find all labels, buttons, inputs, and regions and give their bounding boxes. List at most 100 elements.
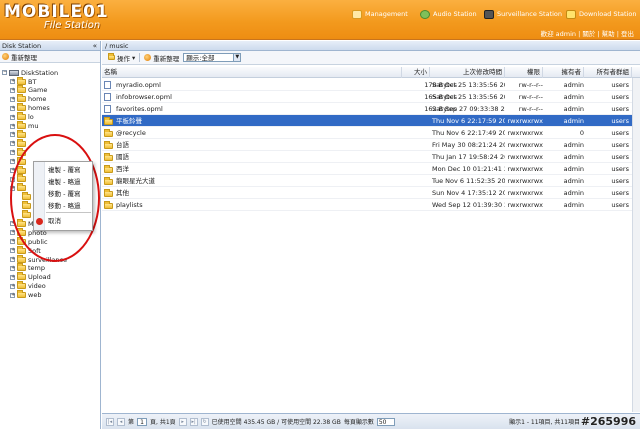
file-name: 西洋 <box>116 165 129 173</box>
tree-item[interactable]: + video <box>10 281 46 291</box>
col-owner[interactable]: 擁有者 <box>543 67 584 78</box>
table-row[interactable]: favorites.opml 162 Bytes Sat Sep 27 09:33:… <box>102 103 632 115</box>
table-row[interactable]: 國語 Thu Jan 17 19:58:24 2008rwxrwxrwx admin… <box>102 151 632 163</box>
refresh-list-button[interactable]: 重新整理 <box>144 53 179 63</box>
expand-toggle-icon[interactable]: + <box>10 123 15 129</box>
file-owner: admin <box>563 93 584 101</box>
file-name: playlists <box>116 201 143 209</box>
actions-button[interactable]: 操作 ▾ <box>108 53 135 63</box>
file-permission: rwxrwxrwx <box>507 153 543 161</box>
nav-label: Audio Station <box>433 10 477 18</box>
menu-item-copy-overwrite[interactable]: 複製 - 覆寫 <box>48 165 80 176</box>
management-icon <box>352 9 362 19</box>
table-row[interactable]: myradio.opml 178 Bytes Sat Oct 25 13:35:56… <box>102 79 632 91</box>
menu-item-move-overwrite[interactable]: 移動 - 覆寫 <box>48 189 80 200</box>
menu-item-copy-skip[interactable]: 複製 - 略過 <box>48 177 80 188</box>
tree-item-label: Upload <box>28 273 51 282</box>
folder-icon <box>17 76 26 85</box>
tree-item-label: lo <box>28 113 34 122</box>
last-page-icon[interactable]: ▸| <box>189 417 198 426</box>
expand-toggle-icon[interactable]: + <box>10 274 15 280</box>
col-name[interactable]: 名稱 <box>102 67 402 78</box>
first-page-icon[interactable]: |◂ <box>106 417 114 426</box>
expand-toggle-icon[interactable]: + <box>10 141 15 147</box>
expand-toggle-icon[interactable]: + <box>10 114 15 120</box>
user-bar[interactable]: 歡迎 admin | 關於 | 幫助 | 登出 <box>541 28 634 38</box>
tree-root-label: DiskStation <box>21 68 59 77</box>
collapse-toggle-icon[interactable]: − <box>2 70 7 75</box>
expand-toggle-icon[interactable]: + <box>10 265 15 271</box>
menu-item-cancel[interactable]: 取消 <box>48 216 61 227</box>
expand-toggle-icon[interactable]: + <box>10 239 15 245</box>
col-size[interactable]: 大小 <box>402 67 430 78</box>
top-banner: MOBILE01 File Station Management Audio S… <box>0 0 640 40</box>
col-permission[interactable]: 權限 <box>505 67 543 78</box>
collapse-icon[interactable]: « <box>93 41 97 51</box>
reload-icon[interactable]: ↻ <box>200 417 209 426</box>
table-row[interactable]: 台語 Fri May 30 08:21:24 2008rwxrwxrwx admin… <box>102 139 632 151</box>
folder-icon <box>17 103 26 112</box>
expand-toggle-icon[interactable]: + <box>10 87 15 93</box>
file-permission: rw-r--r-- <box>518 105 543 113</box>
tree-item[interactable]: + temp <box>10 263 45 273</box>
file-group: users <box>611 177 629 185</box>
folder-icon <box>17 112 26 121</box>
tree-item[interactable]: + home <box>10 94 47 104</box>
nav-download-station[interactable]: Download Station <box>566 9 636 19</box>
expand-toggle-icon[interactable]: + <box>10 248 15 254</box>
tree-item[interactable]: + BT <box>10 76 36 86</box>
per-page-select[interactable]: 50 <box>376 417 395 426</box>
table-row[interactable]: 其他 Sun Nov 4 17:35:12 2007rwxrwxrwx admin u… <box>102 187 632 199</box>
file-owner: admin <box>563 165 584 173</box>
expand-toggle-icon[interactable]: + <box>10 292 15 298</box>
file-permission: rw-r--r-- <box>518 81 543 89</box>
file-panel: / music 操作 ▾ 重新整理 顯示:全部 ▼ 名稱 大小 上次修改時間 權… <box>102 41 640 429</box>
folder-icon <box>17 290 26 299</box>
tree-item-label: home <box>28 95 47 104</box>
expand-toggle-icon[interactable]: + <box>10 96 15 102</box>
tree-item[interactable]: + mu <box>10 121 38 131</box>
file-name: 平板鈴聲 <box>116 117 142 125</box>
col-group[interactable]: 所有者群組 <box>584 67 632 78</box>
path-bar: / music <box>102 41 640 51</box>
tree-item[interactable]: + homes <box>10 103 50 113</box>
page-input[interactable]: 1 <box>137 417 148 426</box>
menu-item-move-skip[interactable]: 移動 - 略過 <box>48 201 80 212</box>
filter-select[interactable]: 顯示:全部 ▼ <box>183 53 242 62</box>
file-toolbar: 操作 ▾ 重新整理 顯示:全部 ▼ <box>102 51 640 65</box>
next-page-icon[interactable]: ▸ <box>178 417 187 426</box>
context-menu: 複製 - 覆寫 複製 - 略過 移動 - 覆寫 移動 - 略過 取消 <box>33 161 93 231</box>
vertical-scrollbar[interactable] <box>632 78 640 412</box>
file-name: 龍眼星光大道 <box>116 177 155 185</box>
folder-icon <box>17 245 26 254</box>
expand-toggle-icon[interactable]: + <box>10 79 15 84</box>
refresh-button[interactable]: 重新整理 <box>11 52 37 62</box>
table-row[interactable]: 西洋 Mon Dec 10 01:21:41 2007rwxrwxrwx admin… <box>102 163 632 175</box>
nav-audio-station[interactable]: Audio Station <box>420 9 477 19</box>
prev-page-icon[interactable]: ◂ <box>117 417 125 426</box>
expand-toggle-icon[interactable]: + <box>10 283 15 289</box>
nav-label: Surveillance Station <box>497 10 563 18</box>
nav-surveillance-station[interactable]: Surveillance Station <box>484 9 562 19</box>
nav-management[interactable]: Management <box>352 9 408 19</box>
expand-toggle-icon[interactable]: + <box>10 132 15 138</box>
expand-toggle-icon[interactable]: + <box>10 257 15 262</box>
audio-station-icon <box>420 9 430 19</box>
file-modified: Thu Nov 6 22:17:49 2008 <box>432 129 505 137</box>
expand-toggle-icon[interactable]: + <box>10 150 15 156</box>
expand-toggle-icon[interactable]: + <box>10 105 15 111</box>
tree-item[interactable]: + Game <box>10 85 47 95</box>
table-row[interactable]: infobrowser.opml 165 Bytes Sat Oct 25 13:3… <box>102 91 632 103</box>
table-row[interactable]: @recycle Thu Nov 6 22:17:49 2008rwxrwxrwx… <box>102 127 632 139</box>
tree-root[interactable]: − DiskStation <box>2 68 58 77</box>
table-row[interactable]: 平板鈴聲 Thu Nov 6 22:17:59 2008rwxrwxrwx admi… <box>102 115 632 127</box>
table-row[interactable]: 龍眼星光大道 Tue Nov 6 11:52:35 2007rwxrwxrwx ad… <box>102 175 632 187</box>
expand-toggle-icon[interactable]: + <box>10 159 15 165</box>
tree-item[interactable]: + web <box>10 290 41 300</box>
table-row[interactable]: playlists Wed Sep 12 01:39:30 2007rwxrwxr… <box>102 199 632 211</box>
folder-icon <box>17 121 26 129</box>
expand-toggle-icon[interactable]: + <box>10 230 15 236</box>
col-modified[interactable]: 上次修改時間 <box>430 67 505 78</box>
left-toolbar: 重新整理 <box>0 51 100 63</box>
page-suffix: 頁, 共1頁 <box>150 419 176 426</box>
